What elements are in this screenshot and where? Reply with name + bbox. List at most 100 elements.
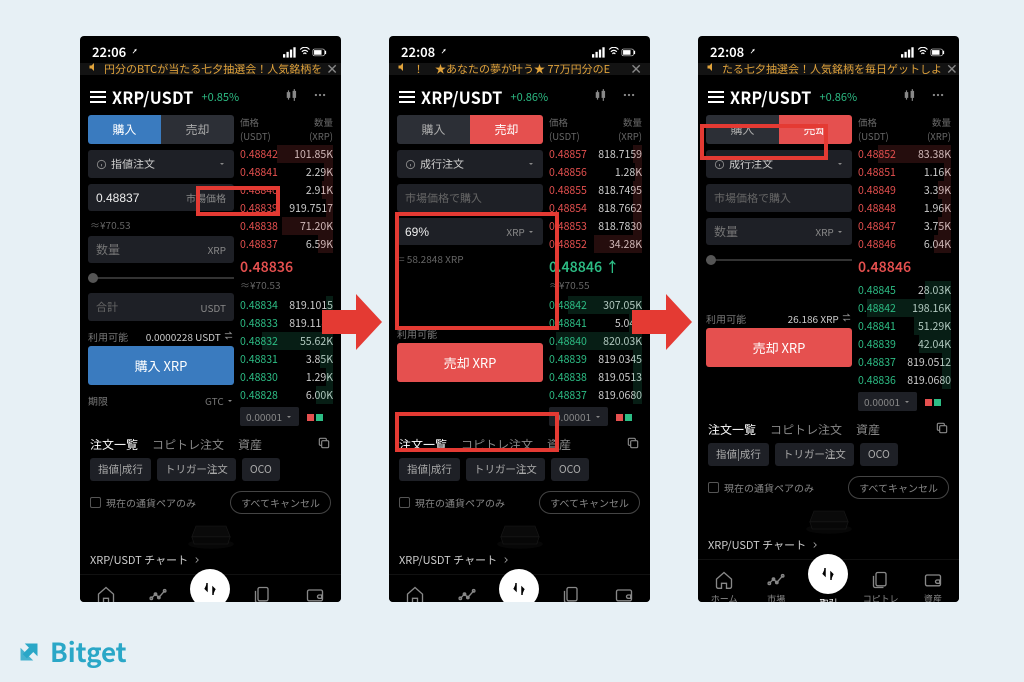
- orderbook-row[interactable]: 0.48833 819.1183: [240, 314, 333, 332]
- nav-assets[interactable]: 資産: [601, 585, 647, 602]
- tab-sell[interactable]: 売却: [161, 115, 234, 144]
- percent-unit-select[interactable]: XRP: [506, 224, 535, 239]
- tab-sell[interactable]: 売却: [779, 115, 852, 144]
- orderbook-row[interactable]: 0.48830 1.29K: [240, 368, 333, 386]
- chart-icon[interactable]: [899, 87, 921, 107]
- nav-copytrade[interactable]: コピトレ: [858, 570, 904, 602]
- orders-copy-icon[interactable]: [626, 436, 640, 454]
- orderbook-row[interactable]: 0.48853 818.7830: [549, 217, 642, 235]
- orderbook-row[interactable]: 0.48839 819.0345: [549, 350, 642, 368]
- market-price-btn[interactable]: 市場価格: [186, 190, 226, 205]
- orderbook-row[interactable]: 0.48842 198.16K: [858, 299, 951, 317]
- subtab-limit[interactable]: 指値|成行: [90, 458, 151, 481]
- trade-icon[interactable]: [808, 554, 848, 594]
- pair-only-checkbox[interactable]: [399, 497, 410, 508]
- orderbook-row[interactable]: 0.48845 28.03K: [858, 281, 951, 299]
- orderbook-row[interactable]: 0.48837 6.59K: [240, 235, 333, 253]
- orderbook-row[interactable]: 0.48842 101.85K: [240, 145, 333, 163]
- banner-close[interactable]: ✕: [946, 63, 958, 75]
- orderbook-row[interactable]: 0.48838 71.20K: [240, 217, 333, 235]
- pair-only-checkbox[interactable]: [90, 497, 101, 508]
- orderbook-row[interactable]: 0.48834 819.1015: [240, 296, 333, 314]
- orderbook-row[interactable]: 0.48837 819.0680: [549, 386, 642, 404]
- nav-home[interactable]: ホーム: [701, 570, 747, 602]
- chart-icon[interactable]: [590, 87, 612, 107]
- orderbook-row[interactable]: 0.48849 3.39K: [858, 181, 951, 199]
- pair-symbol[interactable]: XRP/USDT: [112, 85, 194, 109]
- nav-market[interactable]: 市場: [444, 585, 490, 602]
- banner-close[interactable]: ✕: [630, 63, 642, 75]
- orderbook-row[interactable]: 0.48847 3.75K: [858, 217, 951, 235]
- more-icon[interactable]: [927, 87, 949, 107]
- subtab-limit[interactable]: 指値|成行: [399, 458, 460, 481]
- orderbook-row[interactable]: 0.48840 820.03K: [549, 332, 642, 350]
- subtab-trigger[interactable]: トリガー注文: [775, 443, 854, 466]
- subtab-oco[interactable]: OCO: [551, 458, 589, 481]
- tab-buy[interactable]: 購入: [397, 115, 470, 144]
- tab-sell[interactable]: 売却: [470, 115, 543, 144]
- amount-slider[interactable]: [88, 271, 234, 285]
- pair-only-checkbox[interactable]: [708, 482, 719, 493]
- promo-banner[interactable]: 円分のBTCが当たる七夕抽選会！人気銘柄を ✕: [80, 63, 341, 75]
- orderbook-row[interactable]: 0.48840 2.91K: [240, 181, 333, 199]
- trade-icon[interactable]: [190, 569, 230, 602]
- orderbook-row[interactable]: 0.48837 819.0512: [858, 353, 951, 371]
- depth-select[interactable]: 0.00001: [240, 404, 333, 426]
- more-icon[interactable]: [618, 87, 640, 107]
- tab-copy-orders[interactable]: コピトレ注文: [461, 436, 533, 454]
- book-layout-icons[interactable]: [923, 394, 941, 409]
- orderbook-row[interactable]: 0.48828 6.00K: [240, 386, 333, 404]
- pair-symbol[interactable]: XRP/USDT: [730, 85, 812, 109]
- depth-select[interactable]: 0.00001: [858, 389, 951, 411]
- nav-trade[interactable]: 取引: [805, 566, 851, 602]
- orderbook-row[interactable]: 0.48852 34.28K: [549, 235, 642, 253]
- tab-assets[interactable]: 資産: [856, 421, 880, 439]
- tab-copy-orders[interactable]: コピトレ注文: [770, 421, 842, 439]
- menu-icon[interactable]: [708, 91, 724, 103]
- subtab-oco[interactable]: OCO: [860, 443, 898, 466]
- nav-market[interactable]: 市場: [753, 570, 799, 602]
- orderbook-row[interactable]: 0.48831 3.85K: [240, 350, 333, 368]
- nav-market[interactable]: 市場: [135, 585, 181, 602]
- qty-unit-select[interactable]: XRP: [815, 224, 844, 239]
- orderbook-row[interactable]: 0.48839 42.04K: [858, 335, 951, 353]
- orderbook-row[interactable]: 0.48839 919.7517: [240, 199, 333, 217]
- qty-input[interactable]: [96, 243, 204, 257]
- orderbook-row[interactable]: 0.48842 307.05K: [549, 296, 642, 314]
- nav-trade[interactable]: 取引: [187, 581, 233, 602]
- orderbook-row[interactable]: 0.48832 55.62K: [240, 332, 333, 350]
- subtab-limit[interactable]: 指値|成行: [708, 443, 769, 466]
- nav-assets[interactable]: 資産: [910, 570, 956, 602]
- cancel-all-button[interactable]: すべてキャンセル: [848, 476, 949, 499]
- nav-copytrade[interactable]: コピトレ: [549, 585, 595, 602]
- depth-select[interactable]: 0.00001: [549, 404, 642, 426]
- expiry-row[interactable]: 期限GTC: [88, 391, 234, 410]
- nav-assets[interactable]: 資産: [292, 585, 338, 602]
- tab-open-orders[interactable]: 注文一覧: [399, 436, 447, 454]
- percent-input[interactable]: [405, 225, 502, 239]
- menu-icon[interactable]: [90, 91, 106, 103]
- book-layout-icons[interactable]: [305, 409, 323, 424]
- orderbook-row[interactable]: 0.48851 1.16K: [858, 163, 951, 181]
- qty-input[interactable]: [714, 225, 811, 239]
- orderbook-row[interactable]: 0.48852 83.38K: [858, 145, 951, 163]
- more-icon[interactable]: [309, 87, 331, 107]
- submit-buy-button[interactable]: 購入 XRP: [88, 346, 234, 385]
- orderbook-row[interactable]: 0.48846 6.04K: [858, 235, 951, 253]
- orderbook-row[interactable]: 0.48841 5.04K: [549, 314, 642, 332]
- tab-assets[interactable]: 資産: [238, 436, 262, 454]
- order-mode-select[interactable]: 成行注文: [706, 150, 852, 178]
- menu-icon[interactable]: [399, 91, 415, 103]
- order-mode-select[interactable]: 指値注文: [88, 150, 234, 178]
- cancel-all-button[interactable]: すべてキャンセル: [230, 491, 331, 514]
- orderbook-row[interactable]: 0.48856 1.28K: [549, 163, 642, 181]
- orderbook-row[interactable]: 0.48838 819.0513: [549, 368, 642, 386]
- orders-copy-icon[interactable]: [935, 421, 949, 439]
- tab-assets[interactable]: 資産: [547, 436, 571, 454]
- book-layout-icons[interactable]: [614, 409, 632, 424]
- orderbook-row[interactable]: 0.48855 818.7495: [549, 181, 642, 199]
- tab-copy-orders[interactable]: コピトレ注文: [152, 436, 224, 454]
- chart-icon[interactable]: [281, 87, 303, 107]
- trade-icon[interactable]: [499, 569, 539, 602]
- submit-sell-button[interactable]: 売却 XRP: [397, 343, 543, 382]
